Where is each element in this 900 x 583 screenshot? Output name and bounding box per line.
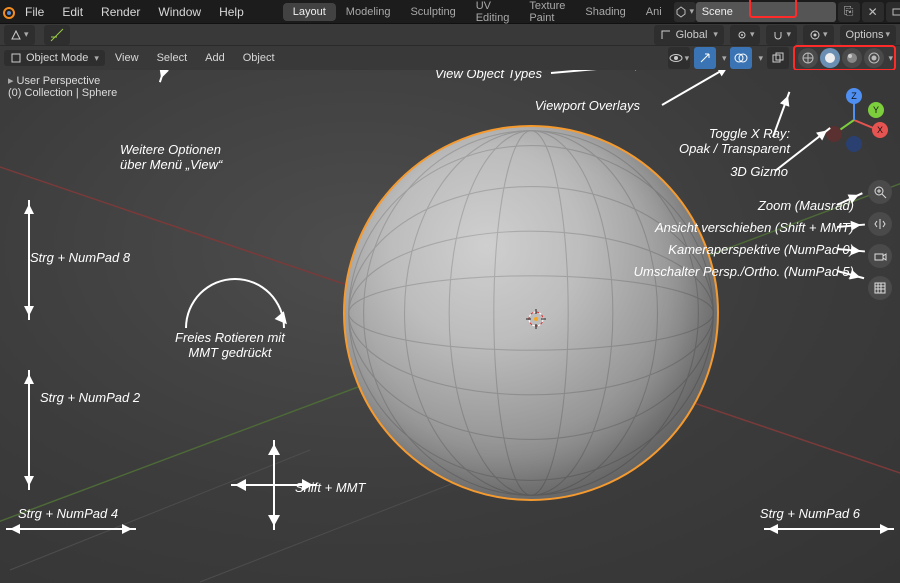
menu-window[interactable]: Window bbox=[149, 5, 210, 19]
axis-x-icon[interactable]: X bbox=[872, 122, 888, 138]
anno-numpad2: Strg + NumPad 2 bbox=[40, 390, 140, 405]
tab-texture-paint[interactable]: Texture Paint bbox=[519, 0, 575, 27]
gizmos-dropdown[interactable]: ▾ bbox=[722, 53, 727, 64]
anno-shiftmmt: Shift + MMT bbox=[295, 480, 365, 495]
anno-rotate: Freies Rotieren mit MMT gedrückt bbox=[175, 330, 285, 360]
viewport-subheader: Object Mode▾ View Select Add Object ▾ ▾ … bbox=[0, 46, 900, 70]
orientation-icon[interactable] bbox=[44, 25, 70, 45]
scene-browse-icon[interactable]: ▾ bbox=[674, 2, 696, 22]
gizmos-toggle-icon[interactable] bbox=[694, 47, 716, 69]
pan-icon[interactable] bbox=[868, 212, 892, 236]
tab-shading[interactable]: Shading bbox=[575, 3, 635, 21]
tab-sculpting[interactable]: Sculpting bbox=[400, 3, 465, 21]
tab-uv-editing[interactable]: UV Editing bbox=[466, 0, 520, 27]
menu-view[interactable]: View bbox=[107, 49, 147, 67]
perspective-label: ▸User Perspective (0) Collection | Spher… bbox=[8, 74, 117, 99]
shading-wireframe-icon[interactable] bbox=[798, 48, 818, 68]
anno-numpad8: Strg + NumPad 8 bbox=[30, 250, 130, 265]
viewport-shading-group: ▾ bbox=[793, 45, 896, 71]
anno-camera: Kameraperspektive (NumPad 0) bbox=[668, 242, 854, 257]
anno-persp: Umschalter Persp./Ortho. (NumPad 5) bbox=[634, 264, 854, 279]
shading-rendered-icon[interactable] bbox=[864, 48, 884, 68]
tab-modeling[interactable]: Modeling bbox=[336, 3, 401, 21]
anno-pan: Ansicht verschieben (Shift + MMT) bbox=[655, 220, 854, 235]
pivot-icon[interactable]: ▾ bbox=[730, 25, 761, 45]
object-visibility-icon[interactable]: ▾ bbox=[668, 47, 690, 69]
mode-selector[interactable]: Object Mode▾ bbox=[4, 50, 105, 66]
menu-render[interactable]: Render bbox=[92, 5, 149, 19]
anno-view-menu-hint: Weitere Optionen über Menü „View“ bbox=[120, 142, 222, 172]
menu-edit[interactable]: Edit bbox=[53, 5, 92, 19]
new-scene-icon[interactable]: ⎘ bbox=[838, 2, 860, 22]
zoom-icon[interactable] bbox=[868, 180, 892, 204]
arrow-numpad6 bbox=[764, 528, 894, 530]
axis-z-icon[interactable]: Z bbox=[846, 88, 862, 104]
navigation-gizmo[interactable]: Z Y X bbox=[826, 92, 882, 148]
options-dropdown[interactable]: Options▾ bbox=[840, 25, 896, 45]
tab-layout[interactable]: Layout bbox=[283, 3, 336, 21]
camera-icon[interactable] bbox=[868, 244, 892, 268]
menu-file[interactable]: File bbox=[16, 5, 53, 19]
menu-select[interactable]: Select bbox=[149, 49, 196, 67]
proportional-edit-icon[interactable]: ▾ bbox=[803, 25, 834, 45]
anno-numpad4: Strg + NumPad 4 bbox=[18, 506, 118, 521]
editor-type-icon[interactable]: ▾ bbox=[4, 25, 35, 45]
shading-options-dropdown[interactable]: ▾ bbox=[888, 53, 893, 64]
xray-toggle-icon[interactable] bbox=[767, 47, 789, 69]
transform-orientation[interactable]: Global▾ bbox=[654, 25, 724, 45]
object-mode-icon bbox=[10, 52, 22, 64]
scene-name-input[interactable] bbox=[696, 2, 836, 22]
anno-view-object-types: View Object Types bbox=[435, 70, 542, 81]
shading-solid-icon[interactable] bbox=[820, 48, 840, 68]
anno-numpad6: Strg + NumPad 6 bbox=[760, 506, 860, 521]
blender-logo-icon bbox=[0, 0, 16, 24]
shading-material-icon[interactable] bbox=[842, 48, 862, 68]
overlays-dropdown[interactable]: ▾ bbox=[758, 53, 763, 64]
menu-object[interactable]: Object bbox=[235, 49, 283, 67]
anno-viewport-overlays: Viewport Overlays bbox=[535, 98, 640, 113]
snap-icon[interactable]: ▾ bbox=[766, 25, 797, 45]
perspective-toggle-icon[interactable] bbox=[868, 276, 892, 300]
menu-help[interactable]: Help bbox=[210, 5, 253, 19]
overlays-toggle-icon[interactable] bbox=[730, 47, 752, 69]
delete-scene-icon[interactable]: ✕ bbox=[862, 2, 884, 22]
scene-selector: ▾ ⎘ ✕ bbox=[672, 2, 900, 22]
anno-zoom: Zoom (Mausrad) bbox=[758, 198, 854, 213]
axis-y-icon[interactable]: Y bbox=[868, 102, 884, 118]
view-layer-icon[interactable] bbox=[886, 2, 900, 22]
menu-add[interactable]: Add bbox=[197, 49, 233, 67]
arrow-numpad2 bbox=[28, 370, 30, 490]
viewport-header-row: ▾ Global▾ ▾ ▾ ▾ Options▾ bbox=[0, 24, 900, 46]
workspace-tabs: Layout Modeling Sculpting UV Editing Tex… bbox=[283, 0, 672, 27]
viewport-3d[interactable]: ▸User Perspective (0) Collection | Spher… bbox=[0, 70, 900, 583]
axis-neg2[interactable] bbox=[846, 136, 862, 152]
3d-cursor-icon bbox=[524, 307, 548, 331]
viewport-side-buttons bbox=[868, 180, 892, 300]
top-menu-bar: File Edit Render Window Help Layout Mode… bbox=[0, 0, 900, 24]
tab-animation[interactable]: Ani bbox=[636, 3, 672, 21]
arrow-numpad4 bbox=[6, 528, 136, 530]
